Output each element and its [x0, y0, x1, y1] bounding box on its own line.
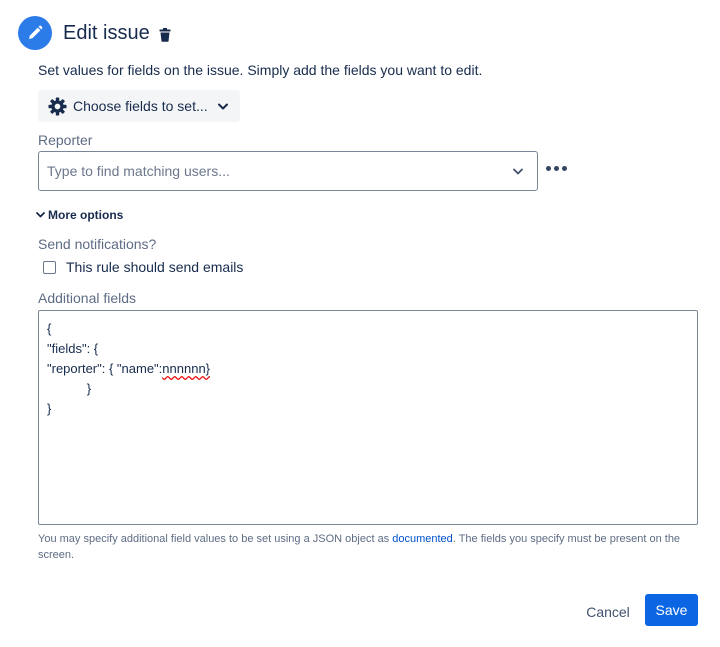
json-line: {	[47, 321, 52, 336]
json-line: }	[47, 401, 52, 416]
more-options-label: More options	[48, 208, 124, 222]
documented-link[interactable]: documented	[392, 533, 453, 545]
reporter-label: Reporter	[38, 132, 93, 148]
page-title: Edit issue	[63, 21, 150, 44]
pencil-icon	[18, 16, 52, 50]
notifications-label: Send notifications?	[38, 236, 157, 252]
cancel-button[interactable]: Cancel	[580, 597, 636, 627]
reporter-placeholder: Type to find matching users...	[47, 163, 230, 179]
chevron-down-icon[interactable]	[507, 168, 529, 175]
more-actions-icon[interactable]	[544, 164, 569, 173]
reporter-select[interactable]: Type to find matching users...	[38, 151, 538, 191]
json-line: "reporter": { "name":	[47, 361, 163, 376]
save-button[interactable]: Save	[645, 594, 698, 626]
chevron-down-icon	[217, 103, 228, 110]
json-line: }	[47, 381, 92, 396]
choose-fields-label: Choose fields to set...	[73, 98, 208, 114]
more-options-toggle[interactable]: More options	[36, 208, 123, 222]
description-text: Set values for fields on the issue. Simp…	[38, 62, 483, 78]
chevron-down-icon	[36, 212, 45, 218]
choose-fields-button[interactable]: Choose fields to set...	[38, 90, 240, 122]
modal-header: Edit issue	[18, 15, 171, 51]
send-emails-checkbox[interactable]	[43, 260, 56, 274]
additional-fields-label: Additional fields	[38, 290, 137, 306]
additional-fields-textarea[interactable]: { "fields": { "reporter": { "name":nnnnn…	[38, 310, 698, 525]
trash-icon[interactable]	[159, 28, 171, 42]
send-emails-row: This rule should send emails	[43, 259, 243, 275]
json-line: "fields": {	[47, 341, 99, 356]
send-emails-label[interactable]: This rule should send emails	[66, 259, 243, 275]
gear-icon	[48, 96, 67, 116]
help-text: You may specify additional field values …	[38, 531, 703, 563]
help-text-before: You may specify additional field values …	[38, 533, 393, 545]
json-line: nnnnnn}	[162, 361, 211, 376]
